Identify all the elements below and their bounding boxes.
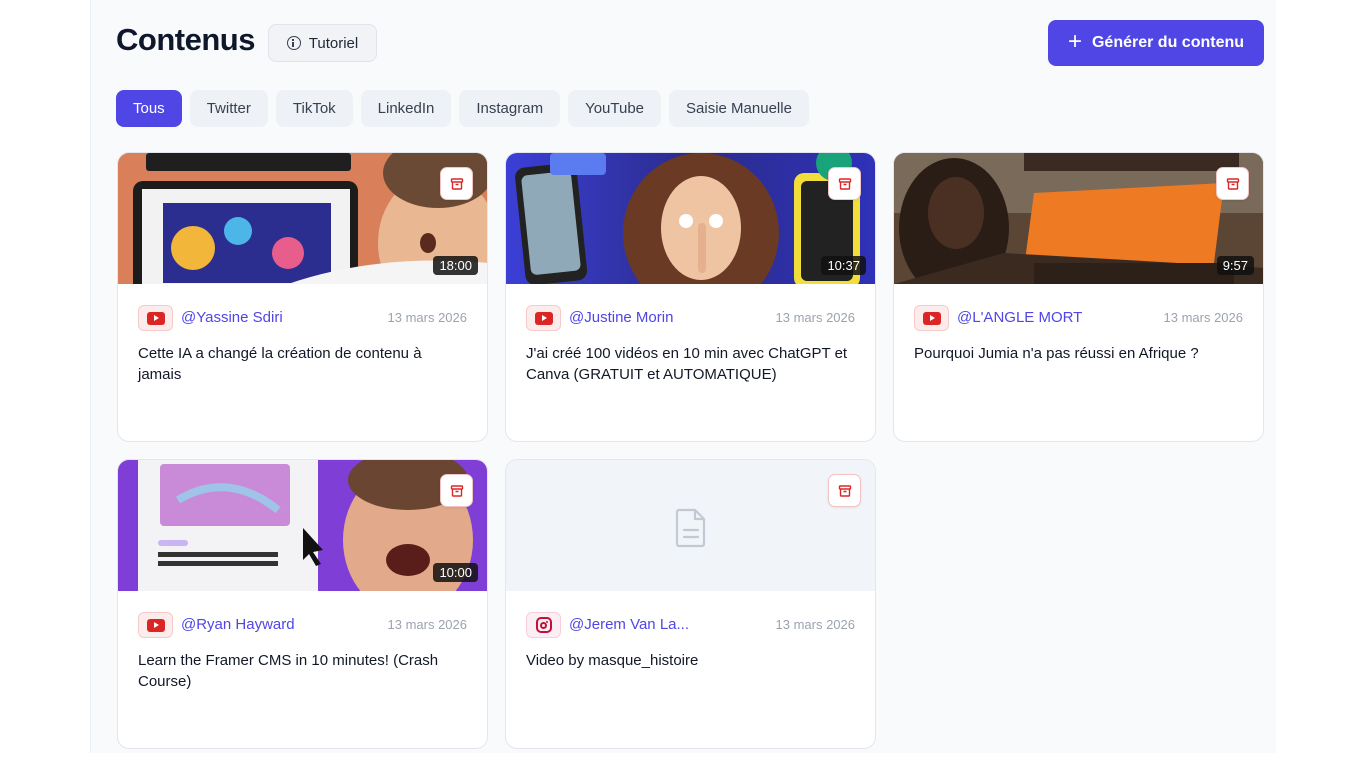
archive-icon	[450, 484, 463, 497]
content-title: J'ai créé 100 vidéos en 10 min avec Chat…	[526, 345, 848, 383]
video-thumbnail: 9:57	[894, 153, 1263, 284]
video-duration: 10:37	[821, 256, 866, 275]
video-duration: 9:57	[1216, 256, 1254, 275]
content-title: Pourquoi Jumia n'a pas réussi en Afrique…	[914, 345, 1199, 362]
video-thumbnail: 10:00	[118, 460, 487, 591]
video-duration: 10:00	[433, 563, 478, 582]
content-card[interactable]: 9:57 @L'ANGLE MORT 13 mars 2026 Pourquoi…	[893, 152, 1264, 442]
filter-tabs: Tous Twitter TikTok LinkedIn Instagram Y…	[116, 90, 809, 127]
info-icon	[286, 36, 301, 50]
publish-date: 13 mars 2026	[775, 310, 856, 325]
author-handle[interactable]: @Ryan Hayward	[181, 616, 295, 633]
document-icon	[675, 508, 706, 548]
main-content: Contenus Tutoriel + Générer du contenu T…	[90, 0, 1276, 753]
author-handle[interactable]: @L'ANGLE MORT	[957, 309, 1082, 326]
author-handle[interactable]: @Justine Morin	[569, 309, 673, 326]
content-card[interactable]: 18:00 @Yassine Sdiri 13 mars 2026 Cette …	[117, 152, 488, 442]
publish-date: 13 mars 2026	[1163, 310, 1244, 325]
filter-manual[interactable]: Saisie Manuelle	[669, 90, 809, 127]
archive-button[interactable]	[828, 167, 861, 200]
youtube-icon	[534, 311, 553, 325]
youtube-icon	[146, 311, 165, 325]
content-title: Cette IA a changé la création de contenu…	[138, 345, 422, 383]
thumbnail-placeholder	[506, 460, 875, 591]
video-duration: 18:00	[433, 256, 478, 275]
content-card[interactable]: 10:00 @Ryan Hayward 13 mars 2026 Learn t…	[117, 459, 488, 749]
filter-all[interactable]: Tous	[116, 90, 182, 127]
author-handle[interactable]: @Jerem Van La...	[569, 616, 689, 633]
video-thumbnail: 18:00	[118, 153, 487, 284]
youtube-badge	[138, 305, 173, 331]
youtube-icon	[922, 311, 941, 325]
youtube-badge	[914, 305, 949, 331]
filter-linkedin[interactable]: LinkedIn	[360, 90, 452, 127]
archive-button[interactable]	[1216, 167, 1249, 200]
archive-icon	[1226, 177, 1239, 190]
publish-date: 13 mars 2026	[775, 617, 856, 632]
content-title: Learn the Framer CMS in 10 minutes! (Cra…	[138, 652, 439, 690]
archive-icon	[450, 177, 463, 190]
archive-button[interactable]	[440, 167, 473, 200]
plus-icon: +	[1067, 28, 1082, 55]
archive-button[interactable]	[440, 474, 473, 507]
content-title: Video by masque_histoire	[526, 652, 699, 669]
tutorial-label: Tutoriel	[308, 34, 359, 52]
filter-youtube[interactable]: YouTube	[568, 90, 662, 127]
filter-twitter[interactable]: Twitter	[189, 90, 268, 127]
filter-instagram[interactable]: Instagram	[459, 90, 561, 127]
filter-tiktok[interactable]: TikTok	[275, 90, 353, 127]
page-title: Contenus	[116, 22, 255, 57]
archive-icon	[838, 177, 851, 190]
instagram-icon	[535, 617, 552, 633]
content-card[interactable]: @Jerem Van La... 13 mars 2026 Video by m…	[505, 459, 876, 749]
author-handle[interactable]: @Yassine Sdiri	[181, 309, 283, 326]
youtube-badge	[138, 612, 173, 638]
generate-label: Générer du contenu	[1091, 34, 1245, 51]
instagram-badge	[526, 612, 561, 638]
youtube-badge	[526, 305, 561, 331]
archive-button[interactable]	[828, 474, 861, 507]
content-card[interactable]: 10:37 @Justine Morin 13 mars 2026 J'ai c…	[505, 152, 876, 442]
tutorial-button[interactable]: Tutoriel	[268, 24, 377, 62]
youtube-icon	[146, 618, 165, 632]
generate-content-button[interactable]: + Générer du contenu	[1048, 20, 1264, 66]
publish-date: 13 mars 2026	[387, 617, 468, 632]
publish-date: 13 mars 2026	[387, 310, 468, 325]
video-thumbnail: 10:37	[506, 153, 875, 284]
archive-icon	[838, 484, 851, 497]
